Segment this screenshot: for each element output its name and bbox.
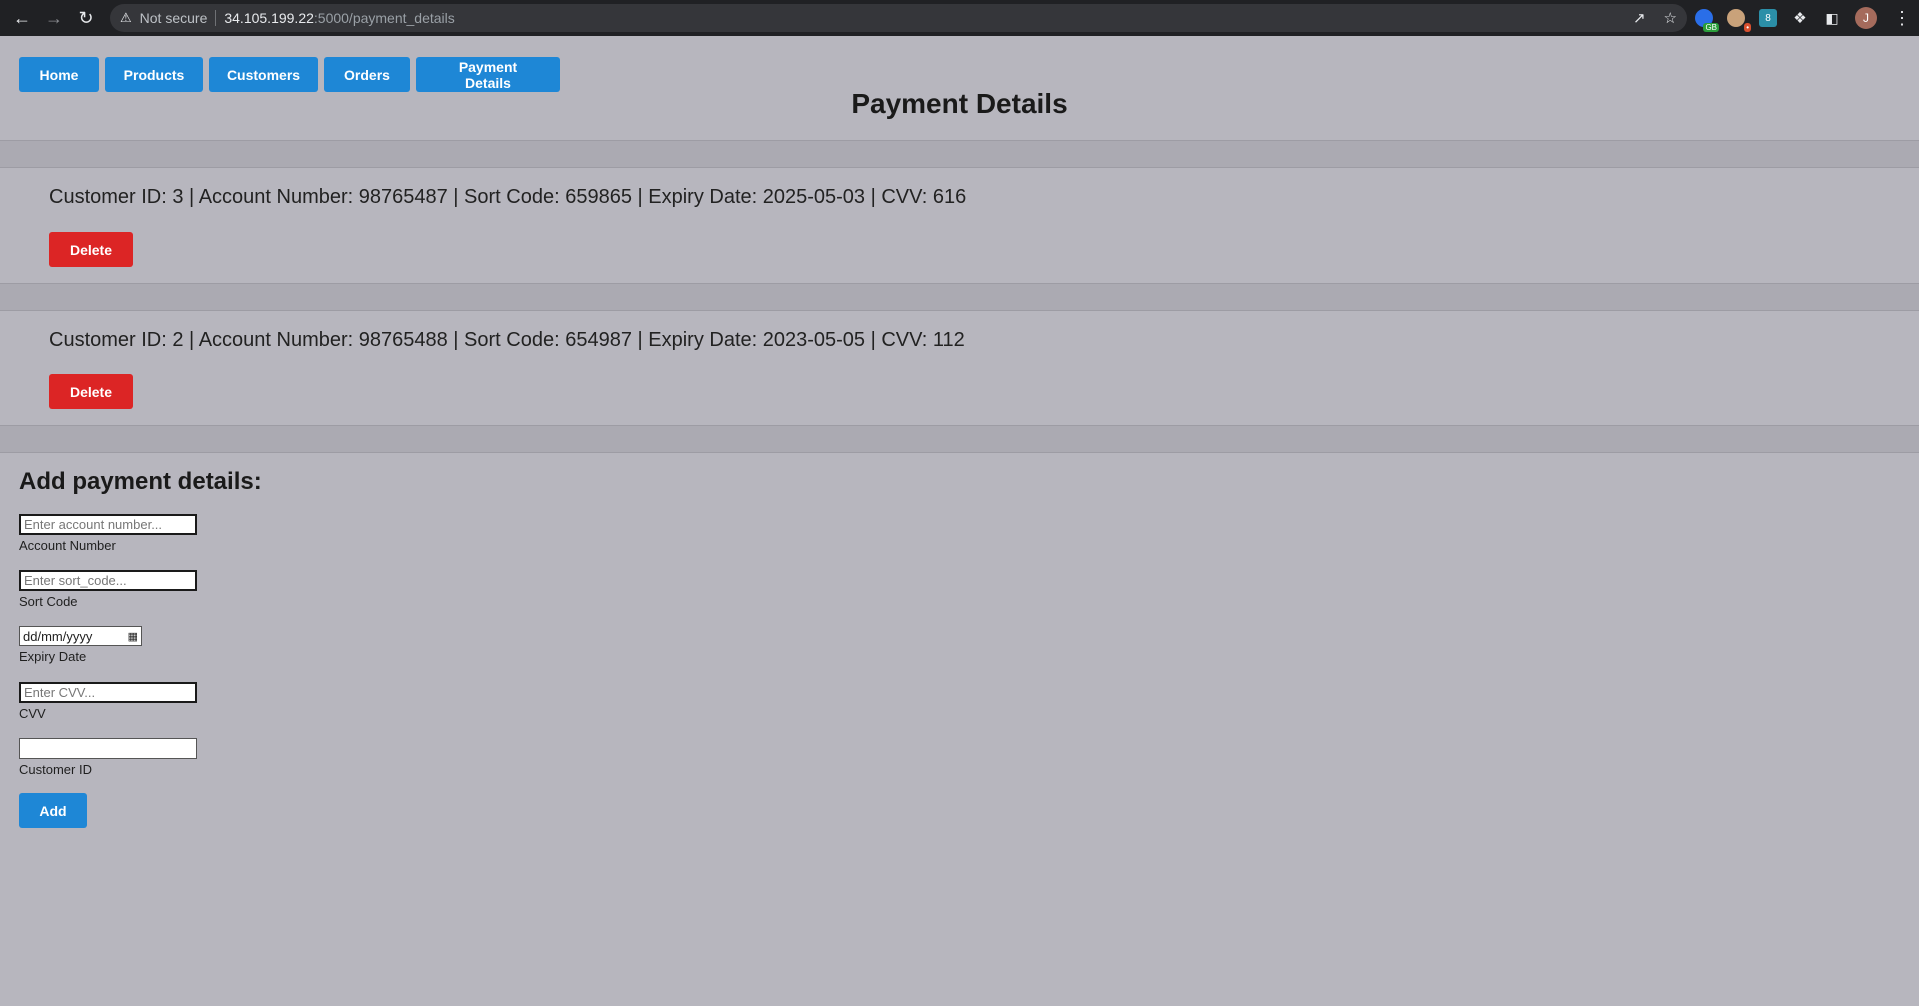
account-number-input[interactable] (19, 514, 197, 535)
menu-kebab-icon[interactable]: ⋮ (1893, 8, 1911, 29)
sort-code-field: Sort Code (19, 570, 197, 609)
extensions-area: GB • 8 ❖ ◧ J (1695, 7, 1877, 32)
extension-badge: GB (1703, 23, 1719, 32)
forward-arrow-icon[interactable]: → (40, 4, 68, 32)
cvv-label: CVV (19, 706, 46, 721)
calendar-icon[interactable]: ▦ (128, 630, 138, 643)
extension-cookie-icon[interactable]: • (1727, 9, 1751, 32)
expiry-date-field: dd/mm/yyyy ▦ Expiry Date (19, 626, 142, 664)
account-number-field: Account Number (19, 514, 197, 553)
share-icon[interactable]: ↗ (1633, 9, 1646, 27)
warning-icon: ⚠ (120, 10, 132, 25)
record-divider (0, 425, 1919, 453)
security-label: Not secure (139, 10, 208, 26)
sort-code-input[interactable] (19, 570, 197, 591)
expiry-date-input[interactable]: dd/mm/yyyy ▦ (19, 626, 142, 646)
address-bar[interactable]: ⚠ Not secure 34.105.199.22:5000/payment_… (110, 4, 1687, 32)
url-path: :5000/payment_details (313, 10, 455, 26)
puzzle-icon[interactable]: ❖ (1791, 9, 1809, 27)
reload-icon[interactable]: ↻ (72, 4, 100, 32)
main-nav: Home Products Customers Orders Payment D… (19, 57, 560, 92)
url-host: 34.105.199.22 (224, 10, 314, 26)
nav-payment-details-button[interactable]: Payment Details (416, 57, 560, 92)
record-divider (0, 140, 1919, 168)
add-form-title: Add payment details: (19, 468, 262, 495)
nav-customers-button[interactable]: Customers (209, 57, 318, 92)
payment-record-text: Customer ID: 3 | Account Number: 9876548… (49, 186, 967, 208)
side-panel-icon[interactable]: ◧ (1823, 9, 1841, 27)
page-title: Payment Details (851, 88, 1068, 119)
extension-badge-dot: • (1744, 23, 1751, 32)
nav-home-button[interactable]: Home (19, 57, 99, 92)
payment-record-text: Customer ID: 2 | Account Number: 9876548… (49, 329, 965, 351)
add-button[interactable]: Add (19, 793, 87, 828)
extension-number-icon[interactable]: 8 (1759, 9, 1777, 27)
cvv-field: CVV (19, 682, 197, 721)
sort-code-label: Sort Code (19, 594, 78, 609)
cvv-input[interactable] (19, 682, 197, 703)
avatar[interactable]: J (1855, 7, 1877, 29)
customer-id-label: Customer ID (19, 762, 92, 777)
customer-id-input[interactable] (19, 738, 197, 759)
back-arrow-icon[interactable]: ← (8, 4, 36, 32)
bookmark-star-icon[interactable]: ☆ (1664, 9, 1677, 27)
extension-globe-icon[interactable]: GB (1695, 9, 1719, 32)
expiry-date-label: Expiry Date (19, 649, 87, 664)
record-divider (0, 283, 1919, 311)
browser-toolbar: ← → ↻ ⚠ Not secure 34.105.199.22:5000/pa… (0, 0, 1919, 36)
nav-products-button[interactable]: Products (105, 57, 203, 92)
nav-orders-button[interactable]: Orders (324, 57, 410, 92)
delete-button[interactable]: Delete (49, 232, 133, 267)
delete-button[interactable]: Delete (49, 374, 133, 409)
expiry-date-value: dd/mm/yyyy (23, 628, 93, 644)
account-number-label: Account Number (19, 538, 116, 553)
customer-id-field: Customer ID (19, 738, 197, 777)
address-divider (215, 10, 217, 26)
